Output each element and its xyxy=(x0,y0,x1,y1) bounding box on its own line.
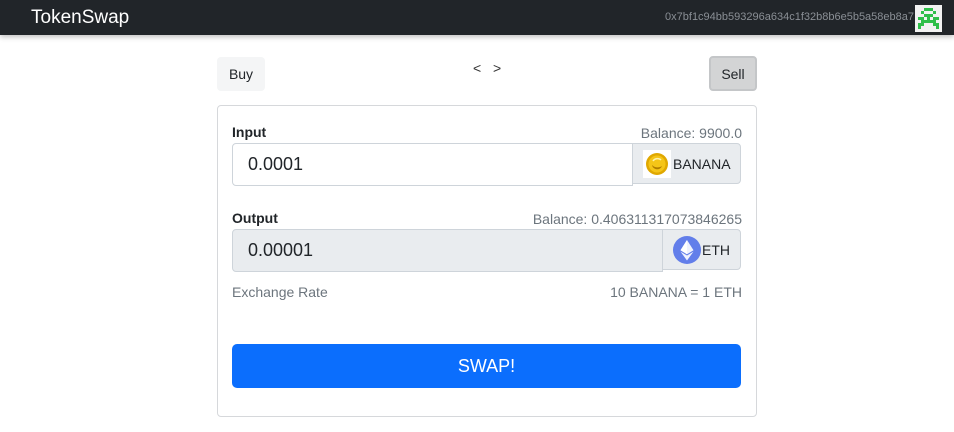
next-arrow-button[interactable]: > xyxy=(493,60,501,76)
account-identicon-icon[interactable] xyxy=(915,5,942,32)
input-amount-field[interactable] xyxy=(232,143,633,186)
buy-button[interactable]: Buy xyxy=(217,57,265,91)
output-balance: Balance: 0.406311317073846265 xyxy=(532,211,742,227)
exchange-rate-label: Exchange Rate xyxy=(232,284,328,300)
output-amount-field[interactable] xyxy=(232,229,663,272)
brand-title[interactable]: TokenSwap xyxy=(31,7,129,29)
input-balance: Balance: 9900.0 xyxy=(640,125,742,141)
output-label: Output xyxy=(232,210,278,226)
previous-arrow-button[interactable]: < xyxy=(473,60,481,76)
top-navbar: TokenSwap 0x7bf1c94bb593296a634c1f32b8b6… xyxy=(0,0,954,35)
input-token-selector[interactable]: BANANA xyxy=(632,143,741,184)
exchange-rate-value: 10 BANANA = 1 ETH xyxy=(610,284,742,300)
sell-button[interactable]: Sell xyxy=(709,56,757,91)
output-token-name: ETH xyxy=(702,241,730,258)
eth-token-icon xyxy=(673,235,701,264)
banana-token-icon xyxy=(643,149,671,178)
swap-button[interactable]: SWAP! xyxy=(232,344,741,388)
output-token-selector[interactable]: ETH xyxy=(662,229,741,270)
input-label: Input xyxy=(232,124,267,140)
swap-card: Input Balance: 9900.0 BANANA Output Bala… xyxy=(217,105,757,417)
wallet-address: 0x7bf1c94bb593296a634c1f32b8b6e5b5a58eb8… xyxy=(665,11,914,23)
input-token-name: BANANA xyxy=(673,155,731,172)
